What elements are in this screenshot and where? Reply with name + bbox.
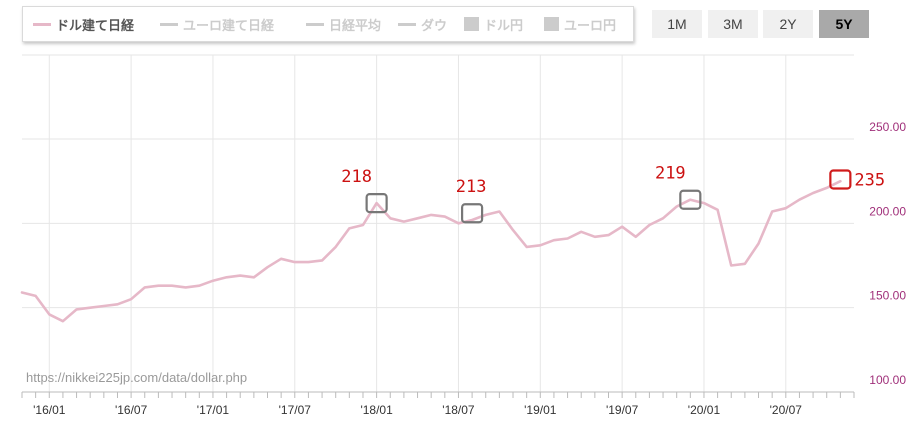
series-line-dollar-nikkei	[20, 179, 842, 323]
annotation-label: 219	[655, 164, 686, 184]
annotation-label: 235	[854, 170, 885, 190]
y-tick-label: 250.00	[869, 120, 906, 134]
y-tick-label: 200.00	[869, 204, 906, 218]
x-tick-label: '19/07	[606, 403, 639, 417]
x-tick-label: '18/01	[360, 403, 393, 417]
y-tick-label: 100.00	[869, 373, 906, 387]
x-tick-label: '16/07	[115, 403, 148, 417]
x-tick-label: '18/07	[442, 403, 475, 417]
annotation-label: 213	[456, 177, 487, 197]
y-tick-label: 150.00	[869, 289, 906, 303]
x-tick-label: '17/01	[197, 403, 230, 417]
x-tick-label: '16/01	[33, 403, 66, 417]
x-tick-label: '19/01	[524, 403, 557, 417]
annotation-label: 218	[341, 167, 372, 187]
x-tick-label: '20/01	[688, 403, 721, 417]
x-tick-label: '20/07	[770, 403, 803, 417]
source-url: https://nikkei225jp.com/data/dollar.php	[26, 370, 248, 385]
x-tick-label: '17/07	[279, 403, 312, 417]
